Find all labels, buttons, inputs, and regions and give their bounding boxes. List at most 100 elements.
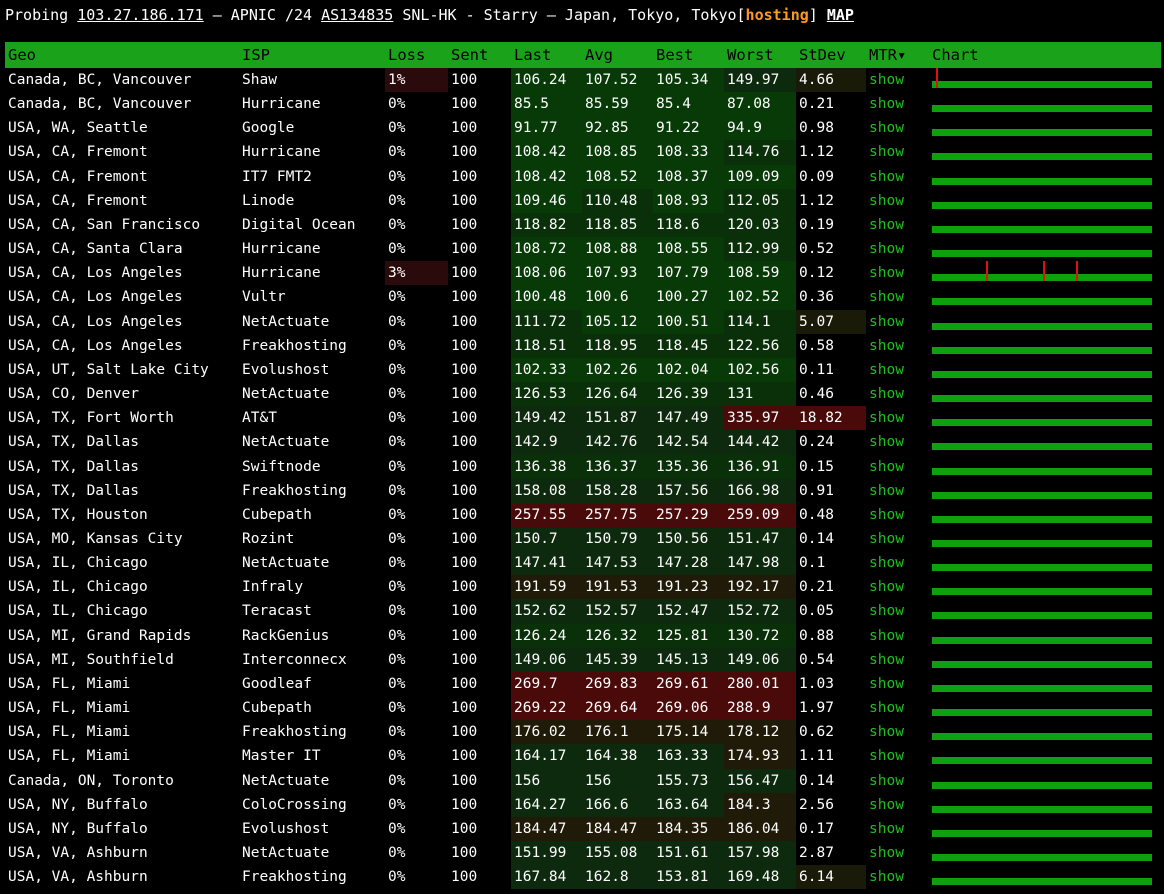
mtr-show-link[interactable]: show [869, 410, 904, 426]
latency-sparkline [932, 129, 1152, 137]
mtr-show-link[interactable]: show [869, 217, 904, 233]
cell-avg: 108.85 [582, 140, 653, 165]
cell-best: 108.55 [653, 237, 724, 262]
cell-avg: 100.6 [582, 285, 653, 310]
mtr-show-link[interactable]: show [869, 96, 904, 112]
latency-sparkline [932, 274, 1152, 282]
mtr-show-link[interactable]: show [869, 434, 904, 450]
mtr-show-link[interactable]: show [869, 797, 904, 813]
mtr-show-link[interactable]: show [869, 555, 904, 571]
cell-sent: 100 [451, 434, 478, 451]
cell-geo: USA, TX, Dallas [8, 482, 139, 499]
col-header-geo[interactable]: Geo [5, 42, 239, 68]
ip-link[interactable]: 103.27.186.171 [77, 6, 203, 24]
latency-sparkline [932, 250, 1152, 258]
cell-last: 158.08 [511, 478, 582, 503]
mtr-show-link[interactable]: show [869, 700, 904, 716]
mtr-show-link[interactable]: show [869, 314, 904, 330]
mtr-show-link[interactable]: show [869, 748, 904, 764]
mtr-show-link[interactable]: show [869, 289, 904, 305]
mtr-show-link[interactable]: show [869, 628, 904, 644]
latency-sparkline [932, 636, 1152, 644]
cell-isp: Hurricane [242, 144, 321, 161]
mtr-show-link[interactable]: show [869, 265, 904, 281]
cell-sent: 100 [451, 410, 478, 427]
cell-last: 164.27 [511, 792, 582, 817]
mtr-show-link[interactable]: show [869, 241, 904, 257]
cell-best: 257.29 [653, 502, 724, 527]
col-header-best[interactable]: Best [653, 42, 724, 68]
cell-geo: USA, TX, Fort Worth [8, 410, 174, 427]
cell-sent: 100 [451, 458, 478, 475]
cell-geo: USA, IL, Chicago [8, 555, 148, 572]
mtr-show-link[interactable]: show [869, 483, 904, 499]
cell-geo: USA, FL, Miami [8, 748, 131, 765]
col-header-loss[interactable]: Loss [385, 42, 448, 68]
col-header-sent[interactable]: Sent [448, 42, 511, 68]
cell-worst: 174.93 [724, 744, 796, 769]
cell-mtr: show [866, 769, 929, 793]
cell-sent: 100 [451, 845, 478, 861]
cell-stdev: 0.21 [799, 579, 834, 596]
cell-stdev: 2.87 [799, 845, 834, 861]
cell-loss: 0% [388, 651, 406, 668]
cell-best: 157.56 [653, 478, 724, 503]
cell-best: 163.33 [653, 744, 724, 769]
col-header-mtr[interactable]: MTR▾ [866, 42, 929, 68]
latency-sparkline [932, 515, 1152, 523]
mtr-show-link[interactable]: show [869, 869, 904, 885]
cell-worst: 149.97 [724, 68, 796, 93]
cell-isp: Cubepath [242, 700, 312, 717]
col-header-stdev[interactable]: StDev [796, 42, 866, 68]
latency-sparkline [932, 757, 1152, 765]
mtr-show-link[interactable]: show [869, 579, 904, 595]
cell-last: 85.5 [511, 92, 582, 117]
mtr-show-link[interactable]: show [869, 120, 904, 136]
cell-stdev: 0.58 [799, 337, 834, 354]
mtr-show-link[interactable]: show [869, 507, 904, 523]
cell-sent: 100 [451, 700, 478, 717]
cell-best: 175.14 [653, 720, 724, 745]
mtr-show-link[interactable]: show [869, 603, 904, 619]
cell-isp: Digital Ocean [242, 216, 356, 233]
col-header-worst[interactable]: Worst [724, 42, 796, 68]
mtr-show-link[interactable]: show [869, 362, 904, 378]
mtr-show-link[interactable]: show [869, 724, 904, 740]
cell-last: 118.51 [511, 333, 582, 358]
mtr-show-link[interactable]: show [869, 845, 904, 861]
mtr-show-link[interactable]: show [869, 676, 904, 692]
mtr-show-link[interactable]: show [869, 72, 904, 88]
cell-avg: 92.85 [582, 116, 653, 141]
cell-chart [929, 261, 1161, 285]
col-header-isp[interactable]: ISP [239, 42, 385, 68]
mtr-show-link[interactable]: show [869, 821, 904, 837]
col-header-last[interactable]: Last [511, 42, 582, 68]
mtr-show-link[interactable]: show [869, 193, 904, 209]
cell-mtr: show [866, 696, 929, 720]
latency-sparkline [932, 346, 1152, 354]
cell-last: 109.46 [511, 188, 582, 213]
cell-avg: 158.28 [582, 478, 653, 503]
packet-loss-spike [986, 261, 988, 282]
col-header-avg[interactable]: Avg [582, 42, 653, 68]
mtr-show-link[interactable]: show [869, 144, 904, 160]
cell-chart [929, 793, 1161, 817]
table-row: USA, CA, Los Angeles Vultr 0% 100 100.48 100.… [5, 285, 1161, 310]
mtr-show-link[interactable]: show [869, 386, 904, 402]
cell-avg: 191.53 [582, 575, 653, 600]
cell-stdev: 1.12 [799, 144, 834, 161]
map-link[interactable]: MAP [827, 6, 854, 24]
asn-link[interactable]: AS134835 [321, 6, 393, 24]
cell-last: 100.48 [511, 285, 582, 310]
mtr-show-link[interactable]: show [869, 531, 904, 547]
mtr-show-link[interactable]: show [869, 338, 904, 354]
mtr-show-link[interactable]: show [869, 169, 904, 185]
cell-best: 191.23 [653, 575, 724, 600]
mtr-show-link[interactable]: show [869, 652, 904, 668]
mtr-show-link[interactable]: show [869, 459, 904, 475]
cell-worst: 335.97 [724, 406, 796, 431]
cell-loss: 0% [388, 241, 406, 258]
mtr-show-link[interactable]: show [869, 773, 904, 789]
col-header-chart: Chart [932, 46, 979, 64]
cell-last: 149.42 [511, 406, 582, 431]
